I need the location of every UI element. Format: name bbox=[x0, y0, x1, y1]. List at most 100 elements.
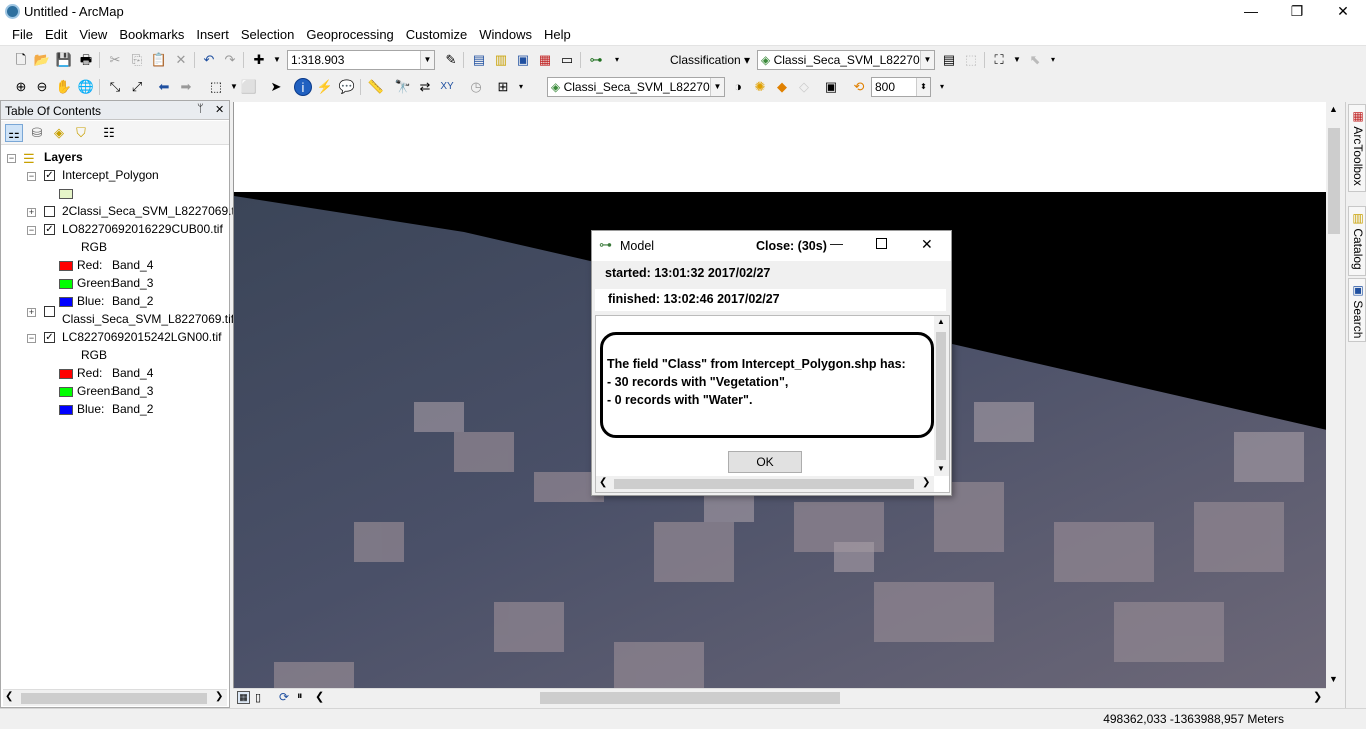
fixed-zoom-in-icon[interactable]: ⤡ bbox=[106, 78, 124, 96]
dialog-minimize-button[interactable]: — bbox=[830, 236, 843, 251]
menu-file[interactable]: File bbox=[6, 24, 39, 46]
layer-name-2classi[interactable]: 2Classi_Seca_SVM_L8227069.tif bbox=[62, 203, 241, 221]
dialog-vertical-scrollbar[interactable]: ▲ ▼ bbox=[934, 316, 949, 476]
transparency-icon[interactable]: ◆ bbox=[773, 78, 791, 96]
identify-icon[interactable]: i bbox=[294, 78, 312, 96]
ok-button[interactable]: OK bbox=[728, 451, 802, 473]
classification-layer-combobox[interactable]: ◈ Classi_Seca_SVM_L8227069 ▼ bbox=[757, 50, 935, 70]
catalog-tab[interactable]: ▥ Catalog bbox=[1348, 206, 1366, 276]
map-horizontal-scrollbar[interactable]: ▦ ▯ ⟳ ⏸ ❮ ❯ bbox=[233, 688, 1326, 706]
draw-polygon-icon[interactable]: ⛶ bbox=[990, 51, 1008, 69]
layer-name-lc8227069[interactable]: LC82270692015242LGN00.tif bbox=[62, 329, 221, 347]
catalog-window-icon[interactable]: ▥ bbox=[492, 51, 510, 69]
layer-collapse-toggle[interactable]: − bbox=[27, 334, 36, 343]
list-by-source-icon[interactable]: ⛁ bbox=[28, 124, 46, 142]
paste-icon[interactable]: 📋 bbox=[150, 51, 168, 69]
arctoolbox-tab[interactable]: ▦ ArcToolbox bbox=[1348, 104, 1366, 192]
image-layer-combobox[interactable]: ◈ Classi_Seca_SVM_L8227069 ▼ bbox=[547, 77, 725, 97]
toc-horizontal-scrollbar[interactable]: ❮ ❯ bbox=[3, 689, 227, 706]
toc-close-icon[interactable]: ✕ bbox=[215, 103, 224, 116]
classification-toolbar-options-icon[interactable]: ▾ bbox=[1044, 51, 1062, 69]
scroll-left-icon[interactable]: ❮ bbox=[5, 691, 13, 702]
layer-visibility-checkbox[interactable]: ✓ bbox=[44, 332, 55, 343]
scroll-left-icon[interactable]: ❮ bbox=[599, 477, 607, 488]
training-sample-manager-icon[interactable]: ▤ bbox=[940, 51, 958, 69]
minimize-button[interactable]: — bbox=[1228, 0, 1274, 24]
add-data-dropdown-icon[interactable]: ▼ bbox=[268, 51, 286, 69]
layer-visibility-checkbox[interactable] bbox=[44, 306, 55, 317]
contrast-icon[interactable]: ◑ bbox=[729, 78, 747, 96]
select-elements-icon[interactable]: ➤ bbox=[267, 78, 285, 96]
scroll-thumb[interactable] bbox=[540, 692, 840, 704]
layer-visibility-checkbox[interactable] bbox=[44, 206, 55, 217]
data-view-icon[interactable]: ▦ bbox=[237, 691, 250, 704]
magnifier-zoom-icon[interactable]: ⟲ bbox=[850, 78, 868, 96]
menu-insert[interactable]: Insert bbox=[190, 24, 235, 46]
layer-visibility-checkbox[interactable]: ✓ bbox=[44, 224, 55, 235]
scroll-up-icon[interactable]: ▲ bbox=[937, 317, 945, 326]
scroll-right-icon[interactable]: ❯ bbox=[922, 477, 930, 488]
hyperlink-icon[interactable]: ⚡ bbox=[316, 78, 334, 96]
layout-view-icon[interactable]: ▯ bbox=[255, 691, 261, 704]
menu-geoprocessing[interactable]: Geoprocessing bbox=[300, 24, 399, 46]
layer-name-intercept-polygon[interactable]: Intercept_Polygon bbox=[62, 167, 159, 185]
create-viewer-window-icon[interactable]: ⊞ bbox=[494, 78, 512, 96]
pan-icon[interactable]: ✋ bbox=[55, 78, 73, 96]
python-window-icon[interactable]: ▭ bbox=[558, 51, 576, 69]
maximize-button[interactable]: ❐ bbox=[1274, 0, 1320, 24]
layer-collapse-toggle[interactable]: − bbox=[27, 226, 36, 235]
layers-root-label[interactable]: Layers bbox=[44, 149, 83, 167]
scroll-down-icon[interactable]: ▼ bbox=[937, 464, 945, 473]
layer-name-lo8227069[interactable]: LO82270692016229CUB00.tif bbox=[62, 221, 223, 239]
search-window-icon[interactable]: ▣ bbox=[514, 51, 532, 69]
dialog-horizontal-scrollbar[interactable]: ❮ ❯ bbox=[596, 476, 934, 492]
scroll-up-icon[interactable]: ▲ bbox=[1329, 104, 1338, 114]
pin-icon[interactable]: ᛘ bbox=[197, 103, 204, 115]
add-data-icon[interactable]: ✚ bbox=[250, 51, 268, 69]
go-forward-icon[interactable]: ➡ bbox=[177, 78, 195, 96]
toc-options-icon[interactable]: ☷ bbox=[100, 124, 118, 142]
tools-toolbar-options-icon[interactable]: ▾ bbox=[512, 78, 530, 96]
classification-dropdown[interactable]: Classification ▾ bbox=[670, 53, 750, 67]
layer-collapse-toggle[interactable]: − bbox=[27, 172, 36, 181]
scroll-left-icon[interactable]: ❮ bbox=[315, 690, 324, 703]
refresh-icon[interactable]: ⟳ bbox=[279, 690, 289, 704]
scroll-right-icon[interactable]: ❯ bbox=[1313, 690, 1322, 703]
copy-icon[interactable]: ⎘ bbox=[128, 51, 146, 69]
go-back-icon[interactable]: ⬅ bbox=[155, 78, 173, 96]
image-toolbar-options-icon[interactable]: ▾ bbox=[933, 78, 951, 96]
layers-collapse-toggle[interactable]: − bbox=[7, 154, 16, 163]
layer-visibility-checkbox[interactable]: ✓ bbox=[44, 170, 55, 181]
delete-icon[interactable]: ✕ bbox=[172, 51, 190, 69]
clear-selection-icon[interactable]: ⬜ bbox=[240, 78, 258, 96]
scale-combobox[interactable]: 1:318.903 ▼ bbox=[287, 50, 435, 70]
scroll-right-icon[interactable]: ❯ bbox=[215, 691, 223, 702]
menu-help[interactable]: Help bbox=[538, 24, 577, 46]
menu-view[interactable]: View bbox=[73, 24, 113, 46]
close-button[interactable]: ✕ bbox=[1320, 0, 1366, 24]
scroll-thumb[interactable] bbox=[1328, 128, 1340, 234]
list-by-drawing-order-icon[interactable]: ⚏ bbox=[5, 124, 23, 142]
arctoolbox-icon[interactable]: ▦ bbox=[536, 51, 554, 69]
save-icon[interactable]: 💾 bbox=[55, 51, 73, 69]
menu-windows[interactable]: Windows bbox=[473, 24, 538, 46]
new-document-icon[interactable]: 🗋 bbox=[12, 51, 30, 69]
find-route-icon[interactable]: ⇄ bbox=[416, 78, 434, 96]
list-by-visibility-icon[interactable]: ◈ bbox=[50, 124, 68, 142]
open-folder-icon[interactable]: 📂 bbox=[33, 51, 51, 69]
full-extent-icon[interactable]: 🌐 bbox=[77, 78, 95, 96]
menu-edit[interactable]: Edit bbox=[39, 24, 73, 46]
search-tab[interactable]: ▣ Search bbox=[1348, 278, 1366, 342]
polygon-symbol-swatch[interactable] bbox=[59, 189, 73, 199]
scroll-thumb[interactable] bbox=[21, 693, 207, 704]
menu-selection[interactable]: Selection bbox=[235, 24, 300, 46]
draw-polygon-dropdown-icon[interactable]: ▼ bbox=[1008, 51, 1026, 69]
redo-icon[interactable]: ↷ bbox=[221, 51, 239, 69]
select-features-icon[interactable]: ⬚ bbox=[207, 78, 225, 96]
scroll-down-icon[interactable]: ▼ bbox=[1329, 674, 1338, 684]
menu-bookmarks[interactable]: Bookmarks bbox=[113, 24, 190, 46]
layer-name-classi-seca[interactable]: Classi_Seca_SVM_L8227069.tif bbox=[62, 311, 234, 329]
dialog-close-button[interactable]: ✕ bbox=[921, 236, 933, 253]
pause-drawing-icon[interactable]: ⏸ bbox=[297, 690, 303, 703]
find-icon[interactable]: 🔭 bbox=[394, 78, 412, 96]
